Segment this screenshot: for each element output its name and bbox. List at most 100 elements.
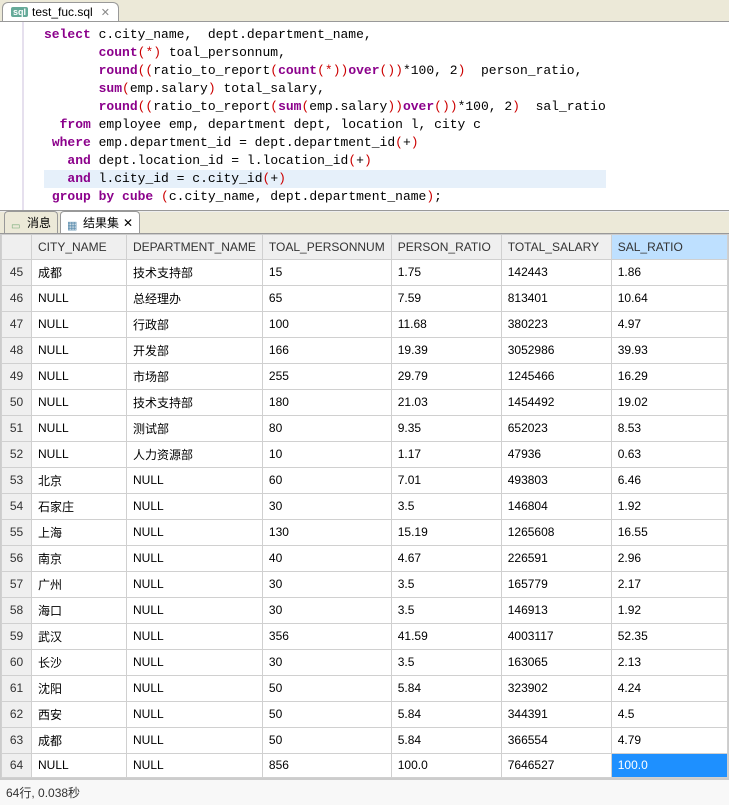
cell[interactable]: 沈阳: [32, 675, 127, 701]
cell[interactable]: 146804: [501, 493, 611, 519]
cell[interactable]: 市场部: [127, 363, 263, 389]
cell[interactable]: 技术支持部: [127, 389, 263, 415]
cell[interactable]: 2.17: [611, 571, 727, 597]
cell[interactable]: 146913: [501, 597, 611, 623]
cell[interactable]: 323902: [501, 675, 611, 701]
cell[interactable]: 255: [262, 363, 391, 389]
cell[interactable]: 北京: [32, 467, 127, 493]
cell[interactable]: NULL: [127, 649, 263, 675]
tab-results[interactable]: 结果集 ✕: [60, 211, 140, 233]
cell[interactable]: 100: [262, 311, 391, 337]
cell[interactable]: 1454492: [501, 389, 611, 415]
cell[interactable]: 21.03: [391, 389, 501, 415]
table-row[interactable]: 58海口NULL303.51469131.92: [2, 597, 728, 623]
row-number[interactable]: 45: [2, 259, 32, 285]
close-icon[interactable]: ✕: [101, 6, 110, 19]
cell[interactable]: 石家庄: [32, 493, 127, 519]
cell[interactable]: 武汉: [32, 623, 127, 649]
cell[interactable]: NULL: [127, 675, 263, 701]
cell[interactable]: 226591: [501, 545, 611, 571]
table-row[interactable]: 51NULL测试部809.356520238.53: [2, 415, 728, 441]
cell[interactable]: 总经理办: [127, 285, 263, 311]
cell[interactable]: 52.35: [611, 623, 727, 649]
close-icon[interactable]: ✕: [123, 216, 133, 230]
cell[interactable]: 南京: [32, 545, 127, 571]
cell[interactable]: NULL: [32, 753, 127, 777]
cell[interactable]: 30: [262, 649, 391, 675]
row-number[interactable]: 57: [2, 571, 32, 597]
cell[interactable]: 人力资源部: [127, 441, 263, 467]
row-number[interactable]: 61: [2, 675, 32, 701]
cell[interactable]: NULL: [127, 571, 263, 597]
cell[interactable]: 行政部: [127, 311, 263, 337]
cell[interactable]: 50: [262, 701, 391, 727]
table-row[interactable]: 48NULL开发部16619.39305298639.93: [2, 337, 728, 363]
row-number[interactable]: 56: [2, 545, 32, 571]
cell[interactable]: 652023: [501, 415, 611, 441]
file-tab[interactable]: sql test_fuc.sql ✕: [2, 2, 119, 21]
row-number[interactable]: 59: [2, 623, 32, 649]
cell[interactable]: NULL: [127, 701, 263, 727]
table-row[interactable]: 54石家庄NULL303.51468041.92: [2, 493, 728, 519]
cell[interactable]: 10.64: [611, 285, 727, 311]
cell[interactable]: 3052986: [501, 337, 611, 363]
cell[interactable]: 2.13: [611, 649, 727, 675]
cell[interactable]: NULL: [127, 545, 263, 571]
cell[interactable]: 1.92: [611, 493, 727, 519]
cell[interactable]: 3.5: [391, 493, 501, 519]
cell[interactable]: 海口: [32, 597, 127, 623]
sql-editor[interactable]: select c.city_name, dept.department_name…: [0, 22, 729, 210]
cell[interactable]: 5.84: [391, 675, 501, 701]
cell[interactable]: 19.39: [391, 337, 501, 363]
cell[interactable]: 4.79: [611, 727, 727, 753]
cell[interactable]: 39.93: [611, 337, 727, 363]
cell[interactable]: 测试部: [127, 415, 263, 441]
cell[interactable]: NULL: [32, 285, 127, 311]
result-grid[interactable]: CITY_NAMEDEPARTMENT_NAMETOAL_PERSONNUMPE…: [0, 234, 729, 779]
column-header[interactable]: TOTAL_SALARY: [501, 235, 611, 259]
tab-messages[interactable]: 消息: [4, 211, 58, 233]
cell[interactable]: 100.0: [391, 753, 501, 777]
cell[interactable]: 40: [262, 545, 391, 571]
cell[interactable]: 19.02: [611, 389, 727, 415]
cell[interactable]: 15.19: [391, 519, 501, 545]
cell[interactable]: NULL: [32, 389, 127, 415]
row-number[interactable]: 49: [2, 363, 32, 389]
table-row[interactable]: 61沈阳NULL505.843239024.24: [2, 675, 728, 701]
table-row[interactable]: 45成都技术支持部151.751424431.86: [2, 259, 728, 285]
cell[interactable]: 5.84: [391, 727, 501, 753]
cell[interactable]: 9.35: [391, 415, 501, 441]
cell[interactable]: NULL: [32, 311, 127, 337]
cell[interactable]: 30: [262, 571, 391, 597]
table-row[interactable]: 47NULL行政部10011.683802234.97: [2, 311, 728, 337]
cell[interactable]: 1265608: [501, 519, 611, 545]
cell[interactable]: 3.5: [391, 571, 501, 597]
table-row[interactable]: 57广州NULL303.51657792.17: [2, 571, 728, 597]
cell[interactable]: 29.79: [391, 363, 501, 389]
column-header[interactable]: DEPARTMENT_NAME: [127, 235, 263, 259]
column-header[interactable]: CITY_NAME: [32, 235, 127, 259]
cell[interactable]: 47936: [501, 441, 611, 467]
cell[interactable]: 10: [262, 441, 391, 467]
cell[interactable]: 6.46: [611, 467, 727, 493]
table-row[interactable]: 59武汉NULL35641.59400311752.35: [2, 623, 728, 649]
cell[interactable]: NULL: [127, 727, 263, 753]
row-number[interactable]: 55: [2, 519, 32, 545]
cell[interactable]: NULL: [32, 441, 127, 467]
cell[interactable]: 成都: [32, 259, 127, 285]
cell[interactable]: 11.68: [391, 311, 501, 337]
row-number[interactable]: 54: [2, 493, 32, 519]
row-number[interactable]: 48: [2, 337, 32, 363]
cell[interactable]: 1.86: [611, 259, 727, 285]
table-row[interactable]: 49NULL市场部25529.79124546616.29: [2, 363, 728, 389]
cell[interactable]: NULL: [127, 467, 263, 493]
table-row[interactable]: 64NULLNULL856100.07646527100.0: [2, 753, 728, 777]
cell[interactable]: 4003117: [501, 623, 611, 649]
cell[interactable]: 1.17: [391, 441, 501, 467]
row-number[interactable]: 46: [2, 285, 32, 311]
cell[interactable]: NULL: [32, 337, 127, 363]
cell[interactable]: 15: [262, 259, 391, 285]
cell[interactable]: 8.53: [611, 415, 727, 441]
cell[interactable]: NULL: [127, 519, 263, 545]
row-number[interactable]: 63: [2, 727, 32, 753]
